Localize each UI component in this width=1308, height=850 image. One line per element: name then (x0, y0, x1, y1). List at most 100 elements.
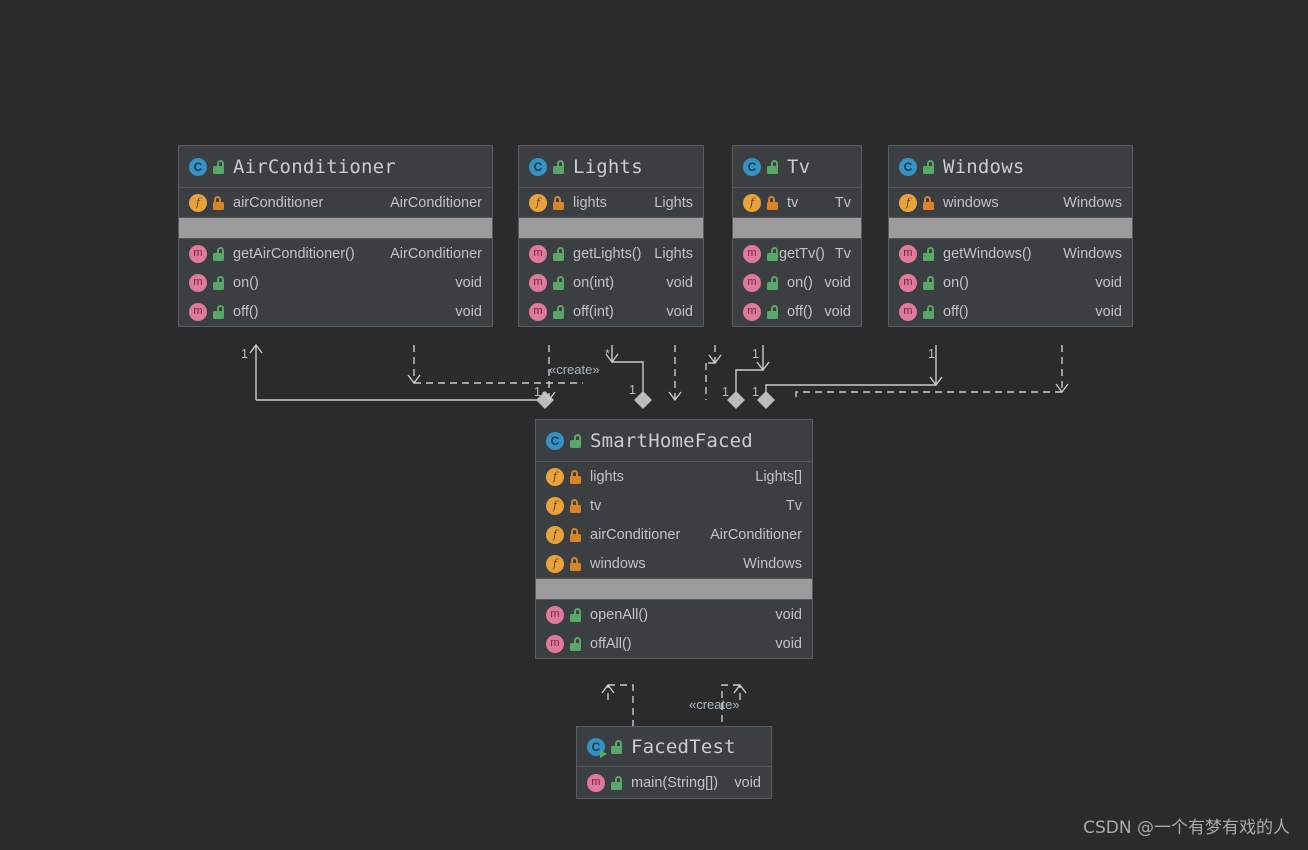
unlocked-padlock-icon (552, 159, 565, 174)
class-box-facedtest[interactable]: C FacedTest m main(String[]) void (576, 726, 772, 799)
class-box-lights[interactable]: C Lights f lights Lights m getLights() L… (518, 145, 704, 327)
unlocked-padlock-icon (212, 304, 225, 319)
class-name-label: FacedTest (631, 735, 736, 758)
edge-label-multiplicity-agg-airconditioner: 1 (534, 385, 541, 399)
method-row[interactable]: m getTv() Tv (733, 239, 861, 268)
method-name: getTv() (778, 245, 825, 262)
edge-label-multiplicity-lights: 1 (629, 383, 636, 397)
method-row[interactable]: m openAll() void (536, 600, 812, 629)
method-row[interactable]: m on(int) void (519, 268, 703, 297)
method-name: getAirConditioner() (233, 245, 355, 262)
field-type: Tv (834, 194, 851, 211)
methods-section-smarthomefaced: m openAll() void m offAll() void (536, 600, 812, 658)
edge-label-multiplicity-airconditioner: 1 (241, 347, 248, 361)
class-header-smarthomefaced: C SmartHomeFaced (536, 420, 812, 462)
locked-padlock-icon (569, 469, 582, 484)
field-row[interactable]: f lights Lights[] (536, 462, 812, 491)
method-type: Lights (654, 245, 693, 262)
field-name: lights (573, 194, 607, 211)
field-icon: f (546, 525, 564, 544)
field-row[interactable]: f tv Tv (536, 491, 812, 520)
fields-section-lights: f lights Lights (519, 188, 703, 217)
section-separator (519, 217, 703, 239)
method-name: getLights() (573, 245, 642, 262)
class-box-windows[interactable]: C Windows f windows Windows m getWindows… (888, 145, 1133, 327)
method-type: void (666, 303, 693, 320)
edge-aggregation-lights (605, 345, 652, 409)
field-icon: f (546, 496, 564, 515)
field-row[interactable]: f windows Windows (889, 188, 1132, 217)
method-icon: m (743, 244, 761, 263)
method-icon: m (189, 244, 207, 263)
class-header-tv: C Tv (733, 146, 861, 188)
edge-label-create-bottom: «create» (689, 697, 740, 712)
field-row[interactable]: f lights Lights (519, 188, 703, 217)
locked-padlock-icon (766, 195, 779, 210)
method-name: on() (233, 274, 259, 291)
field-type: Lights[] (755, 468, 802, 485)
method-row[interactable]: m on() void (889, 268, 1132, 297)
method-icon: m (189, 273, 207, 292)
method-row[interactable]: m on() void (179, 268, 492, 297)
method-row[interactable]: m off() void (889, 297, 1132, 326)
section-separator (179, 217, 492, 239)
locked-padlock-icon (569, 527, 582, 542)
field-name: windows (590, 555, 646, 572)
field-name: tv (787, 194, 799, 211)
field-icon: f (529, 193, 547, 212)
class-box-tv[interactable]: C Tv f tv Tv m getTv() Tv m on() void m … (732, 145, 862, 327)
edge-dependency-tv (706, 345, 722, 365)
field-row[interactable]: f airConditioner AirConditioner (179, 188, 492, 217)
method-name: off() (787, 303, 813, 320)
watermark-text: CSDN @一个有梦有戏的人 (1083, 818, 1290, 838)
method-name: main(String[]) (631, 774, 719, 791)
class-icon: C (529, 157, 547, 176)
methods-section-airconditioner: m getAirConditioner() AirConditioner m o… (179, 239, 492, 326)
method-type: void (455, 274, 482, 291)
locked-padlock-icon (212, 195, 225, 210)
method-row[interactable]: m off() void (179, 297, 492, 326)
method-type: Tv (834, 245, 851, 262)
locked-padlock-icon (569, 498, 582, 513)
method-name: offAll() (590, 635, 632, 652)
method-row[interactable]: m main(String[]) void (577, 767, 771, 798)
unlocked-padlock-icon (569, 607, 582, 622)
class-box-smarthomefaced[interactable]: C SmartHomeFaced f lights Lights[] f tv … (535, 419, 813, 659)
method-icon: m (587, 773, 605, 792)
method-name: off() (943, 303, 969, 320)
methods-section-facedtest: m main(String[]) void (577, 767, 771, 798)
runnable-class-icon: C (587, 737, 607, 758)
class-box-airconditioner[interactable]: C AirConditioner f airConditioner AirCon… (178, 145, 493, 327)
unlocked-padlock-icon (569, 433, 582, 448)
method-row[interactable]: m off(int) void (519, 297, 703, 326)
field-icon: f (743, 193, 761, 212)
method-icon: m (529, 244, 547, 263)
method-row[interactable]: m offAll() void (536, 629, 812, 658)
method-icon: m (743, 273, 761, 292)
method-row[interactable]: m getAirConditioner() AirConditioner (179, 239, 492, 268)
class-header-facedtest: C FacedTest (577, 727, 771, 767)
field-row[interactable]: f tv Tv (733, 188, 861, 217)
unlocked-padlock-icon (552, 246, 565, 261)
edge-aggregation-windows (757, 345, 943, 409)
class-icon: C (546, 431, 564, 450)
method-row[interactable]: m off() void (733, 297, 861, 326)
field-row[interactable]: f windows Windows (536, 549, 812, 578)
methods-section-windows: m getWindows() Windows m on() void m off… (889, 239, 1132, 326)
method-name: on(int) (573, 274, 615, 291)
method-row[interactable]: m on() void (733, 268, 861, 297)
unlocked-padlock-icon (552, 275, 565, 290)
method-name: on() (787, 274, 813, 291)
method-type: void (734, 774, 761, 791)
edge-dependency-facedtest-left (601, 683, 634, 728)
class-icon: C (743, 157, 761, 176)
method-row[interactable]: m getWindows() Windows (889, 239, 1132, 268)
method-icon: m (189, 302, 207, 321)
class-header-lights: C Lights (519, 146, 703, 188)
field-row[interactable]: f airConditioner AirConditioner (536, 520, 812, 549)
class-header-airconditioner: C AirConditioner (179, 146, 492, 188)
field-type: Lights (654, 194, 693, 211)
method-row[interactable]: m getLights() Lights (519, 239, 703, 268)
unlocked-padlock-icon (610, 775, 623, 790)
field-icon: f (546, 554, 564, 573)
